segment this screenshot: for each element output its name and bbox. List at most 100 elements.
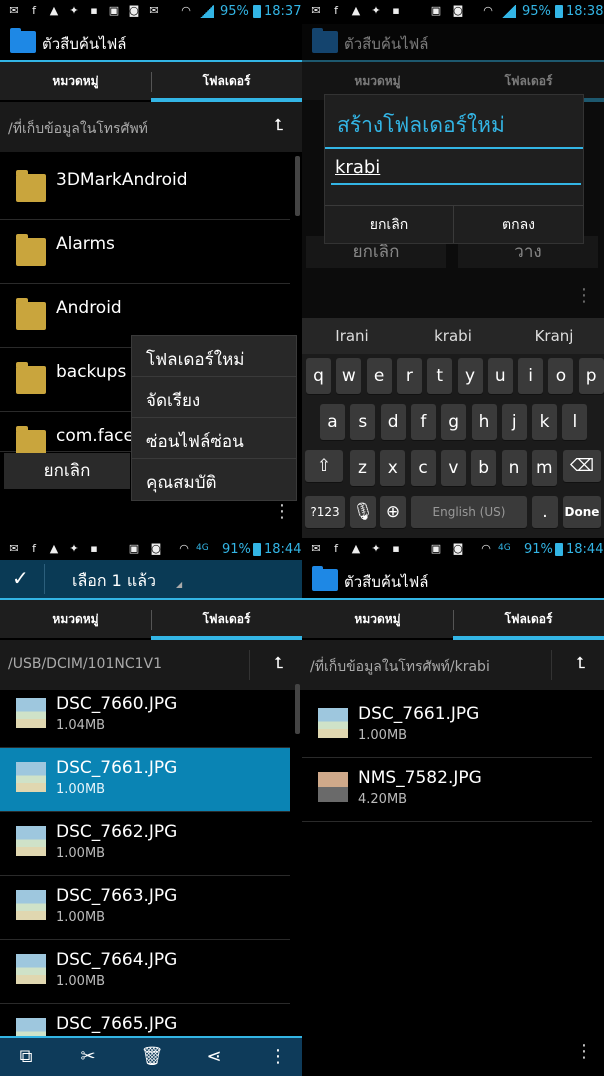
key[interactable]: n (501, 450, 527, 486)
key[interactable]: o (548, 358, 574, 394)
tab-folders[interactable]: โฟลเดอร์ (453, 600, 604, 640)
dialog-cancel-button[interactable]: ยกเลิก (325, 205, 454, 243)
tab-folders[interactable]: โฟลเดอร์ (151, 600, 302, 640)
key[interactable]: l (562, 404, 588, 440)
overflow-icon[interactable]: ⋮ (575, 287, 593, 305)
battery-percent: 91% (524, 542, 553, 557)
menu-item-properties[interactable]: คุณสมบัติ (132, 459, 296, 500)
list-item[interactable]: DSC_7662.JPG 1.00MB (0, 812, 290, 876)
clock: 18:44 (264, 542, 302, 557)
list-item[interactable]: DSC_7664.JPG 1.00MB (0, 940, 290, 1004)
list-item-selected[interactable]: DSC_7661.JPG 1.00MB (0, 748, 290, 812)
path-text: /USB/DCIM/101NC1V1 (8, 656, 163, 672)
key[interactable]: b (471, 450, 497, 486)
key[interactable]: m (531, 450, 557, 486)
up-folder-icon[interactable]: ⮤ (270, 116, 288, 134)
list-item[interactable]: DSC_7663.JPG 1.00MB (0, 876, 290, 940)
space-key[interactable]: English (US) (411, 496, 527, 528)
menu-item-sort[interactable]: จัดเรียง (132, 377, 296, 418)
key[interactable]: c (410, 450, 436, 486)
folder-icon (16, 170, 46, 202)
key[interactable]: u (487, 358, 513, 394)
truemove-icon: ▪ (392, 542, 400, 555)
key[interactable]: s (350, 404, 376, 440)
suggestion[interactable]: Kranj (504, 327, 604, 345)
key[interactable]: z (350, 450, 375, 486)
dialog-ok-button[interactable]: ตกลง (454, 205, 583, 243)
notification-icon: ✉ (9, 542, 19, 555)
file-size: 1.00MB (56, 846, 106, 861)
key[interactable]: i (518, 358, 544, 394)
key[interactable]: e (366, 358, 392, 394)
folder-name-field[interactable]: krabi (331, 157, 581, 185)
suggestion[interactable]: Irani (302, 327, 402, 345)
overflow-icon[interactable]: ⋮ (273, 503, 291, 521)
done-key[interactable]: Done (563, 496, 601, 528)
tab-categories[interactable]: หมวดหมู่ (0, 600, 151, 640)
list-item[interactable]: DSC_7660.JPG 1.04MB (0, 684, 290, 748)
key[interactable]: w (336, 358, 362, 394)
share-icon[interactable]: ⋖ (202, 1046, 226, 1067)
key[interactable]: r (396, 358, 422, 394)
network-type: 4G (498, 543, 511, 553)
line-icon: ◙ (128, 4, 140, 17)
mic-icon[interactable]: 🎙 (350, 496, 376, 528)
key[interactable]: k (532, 404, 558, 440)
list-item[interactable]: NMS_7582.JPG 4.20MB (302, 758, 592, 822)
line-icon: ◙ (452, 542, 464, 555)
tab-categories[interactable]: หมวดหมู่ (0, 62, 151, 102)
cancel-button[interactable]: ยกเลิก (4, 453, 130, 489)
period-key[interactable]: . (532, 496, 558, 528)
overflow-icon[interactable]: ⋮ (575, 1043, 593, 1061)
overflow-menu: โฟลเดอร์ใหม่ จัดเรียง ซ่อนไฟล์ซ่อน คุณสม… (131, 335, 297, 501)
image-thumbnail (16, 698, 46, 728)
up-folder-icon[interactable]: ⮤ (572, 654, 590, 672)
suggestion[interactable]: krabi (403, 327, 503, 345)
symbols-key[interactable]: ?123 (305, 496, 345, 528)
list-item[interactable]: DSC_7661.JPG 1.00MB (302, 694, 592, 758)
new-folder-dialog: สร้างโฟลเดอร์ใหม่ krabi ยกเลิก ตกลง (324, 94, 584, 244)
copy-icon[interactable]: ⧉ (14, 1046, 38, 1067)
key[interactable]: h (471, 404, 497, 440)
list-item[interactable]: 3DMarkAndroid (0, 156, 290, 220)
cut-icon[interactable]: ✂ (76, 1046, 100, 1067)
backspace-icon[interactable]: ⌫ (563, 450, 601, 482)
key[interactable]: t (427, 358, 453, 394)
line-icon: ◙ (150, 542, 162, 555)
key[interactable]: f (410, 404, 436, 440)
up-folder-icon[interactable]: ⮤ (270, 654, 288, 672)
divider (44, 564, 45, 594)
checkmark-icon[interactable]: ✓ (12, 566, 29, 590)
tab-folders[interactable]: โฟลเดอร์ (151, 62, 302, 102)
clock: 18:37 (264, 4, 302, 19)
folder-name: backups (56, 362, 127, 382)
twitter-icon: ✦ (371, 542, 381, 555)
globe-icon[interactable]: ⊕ (380, 496, 406, 528)
key[interactable]: g (441, 404, 467, 440)
key[interactable]: p (578, 358, 604, 394)
signal-icon (200, 5, 214, 18)
suggestion-strip: Irani krabi Kranj (302, 318, 604, 354)
delete-icon[interactable]: 🗑 (140, 1046, 164, 1067)
notification-icon: ✉ (9, 4, 19, 17)
list-item[interactable]: DSC_7665.JPG (0, 1004, 290, 1048)
tab-categories[interactable]: หมวดหมู่ (302, 600, 453, 640)
shift-icon[interactable]: ⇧ (305, 450, 343, 482)
key[interactable]: y (457, 358, 483, 394)
wifi-icon: ◠ (481, 542, 491, 555)
selection-count[interactable]: เลือก 1 แล้ว (72, 569, 156, 594)
overflow-icon[interactable]: ⋮ (266, 1046, 290, 1067)
scrollbar[interactable] (295, 684, 300, 734)
scrollbar[interactable] (295, 156, 300, 216)
key[interactable]: q (306, 358, 331, 394)
folder-app-icon (312, 566, 338, 591)
dropdown-icon[interactable]: ◢ (176, 580, 182, 589)
list-item[interactable]: Alarms (0, 220, 290, 284)
menu-item-new-folder[interactable]: โฟลเดอร์ใหม่ (132, 336, 296, 377)
key[interactable]: j (501, 404, 527, 440)
key[interactable]: v (440, 450, 466, 486)
key[interactable]: a (320, 404, 345, 440)
key[interactable]: d (380, 404, 406, 440)
key[interactable]: x (380, 450, 406, 486)
menu-item-hide-hidden[interactable]: ซ่อนไฟล์ซ่อน (132, 418, 296, 459)
